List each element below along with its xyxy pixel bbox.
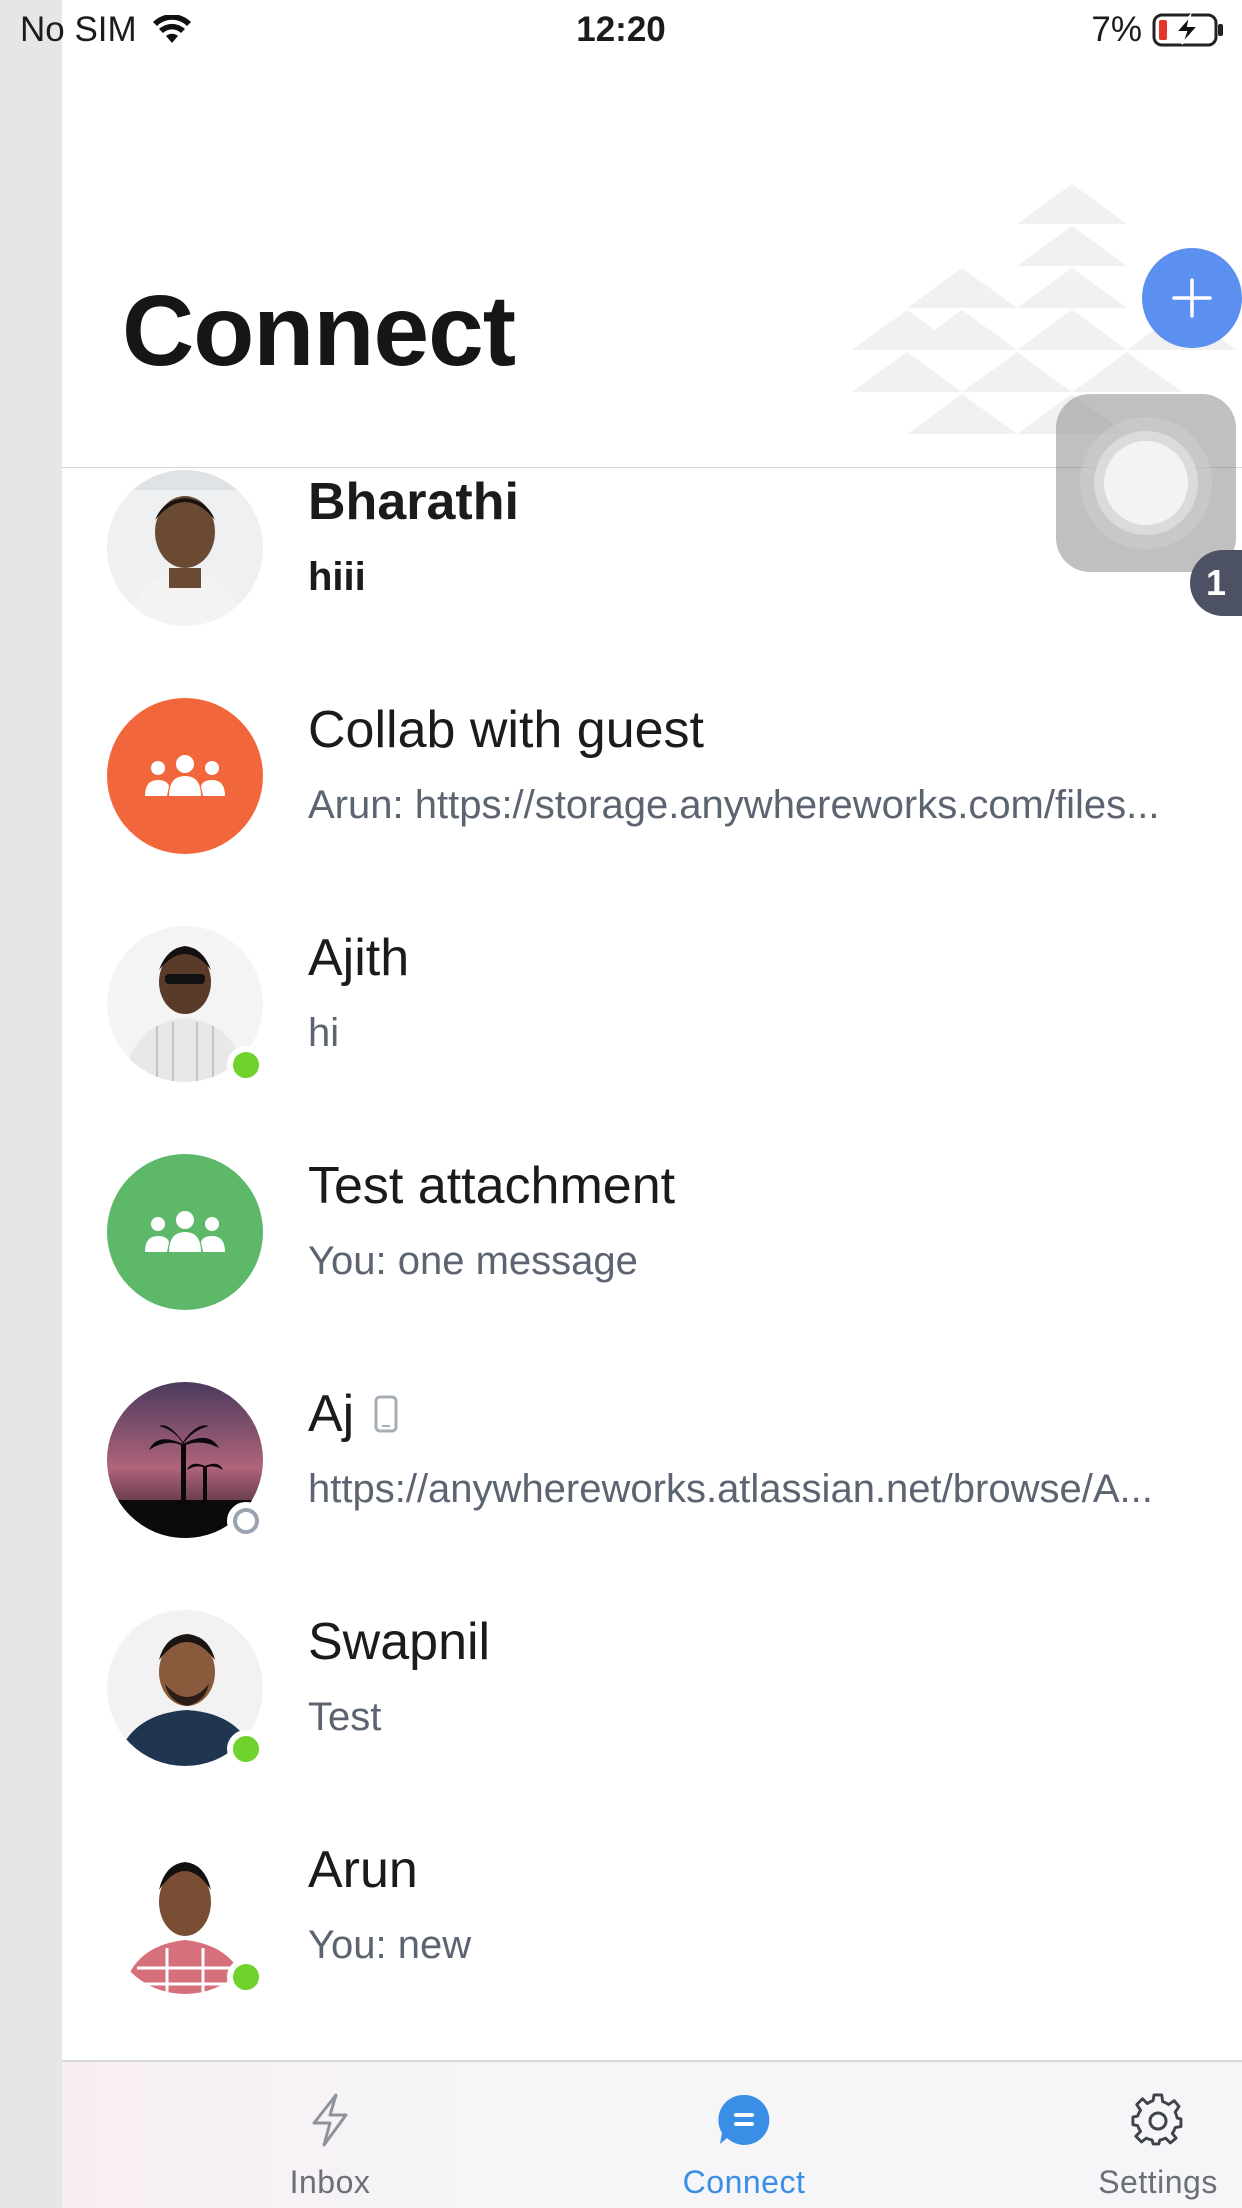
- row-text: Ajith hi: [308, 928, 1202, 1058]
- tab-label: Connect: [682, 2164, 806, 2200]
- plus-icon: [1172, 278, 1212, 318]
- chat-name-text: Aj: [308, 1385, 355, 1443]
- row-text: Aj https://anywhereworks.atlassian.net/b…: [308, 1384, 1202, 1514]
- chat-preview: hi: [308, 1011, 340, 1055]
- chat-preview: https://anywhereworks.atlassian.net/brow…: [308, 1467, 1153, 1511]
- mobile-device-icon: [374, 1395, 398, 1433]
- group-icon: [145, 1211, 225, 1252]
- list-item[interactable]: Ajith hi: [62, 828, 1242, 1084]
- tab-label: Inbox: [289, 2164, 371, 2200]
- lightning-icon: [308, 2090, 352, 2150]
- assistive-touch-button[interactable]: [1056, 394, 1236, 572]
- list-item[interactable]: Collab with guest Arun: https://storage.…: [62, 600, 1242, 854]
- row-text: Test attachment You: one message: [308, 1156, 1202, 1286]
- row-text: Arun You: new: [308, 1840, 1202, 1970]
- tab-connect[interactable]: Connect: [594, 2062, 894, 2208]
- chat-name: Collab with guest: [308, 700, 1202, 760]
- chat-name-text: Ajith: [308, 929, 410, 987]
- row-text: Swapnil Test: [308, 1612, 1202, 1742]
- chat-name: Test attachment: [308, 1156, 1202, 1216]
- chat-name: Ajith: [308, 928, 1202, 988]
- list-item[interactable]: Swapnil Test: [62, 1512, 1242, 1768]
- list-item[interactable]: Arun You: new: [62, 1740, 1242, 1996]
- row-text: Collab with guest Arun: https://storage.…: [308, 700, 1202, 830]
- chat-name-text: Swapnil: [308, 1613, 491, 1671]
- tab-label: Settings: [1098, 2164, 1218, 2200]
- tab-bar: Inbox Connect Settings: [62, 2060, 1242, 2208]
- battery-percent: 7%: [1091, 10, 1142, 49]
- clock: 12:20: [576, 10, 666, 49]
- chat-bubble-icon: [717, 2090, 771, 2150]
- chat-name-text: Bharathi: [308, 473, 519, 531]
- connect-screen: Connect Bharathi hiii Collab with guest …: [62, 64, 1242, 2208]
- tab-settings[interactable]: Settings: [1008, 2062, 1242, 2208]
- assistive-touch-ring-inner: [1094, 431, 1198, 535]
- status-right: 7%: [1091, 10, 1226, 50]
- chat-name-text: Arun: [308, 1841, 418, 1899]
- group-icon: [145, 755, 225, 796]
- chat-preview: Test: [308, 1695, 382, 1739]
- chat-list: Bharathi hiii Collab with guest Arun: ht…: [62, 470, 1242, 2066]
- chat-name: Aj: [308, 1384, 1202, 1444]
- avatar: [107, 1838, 265, 1996]
- background-app-edge: [0, 0, 62, 2208]
- assistive-touch-core: [1104, 441, 1188, 525]
- list-item[interactable]: Aj https://anywhereworks.atlassian.net/b…: [62, 1284, 1242, 1540]
- chat-preview: You: new: [308, 1923, 472, 1967]
- online-indicator: [227, 1958, 265, 1996]
- status-bar: No SIM 12:20 7%: [0, 0, 1242, 64]
- battery-charging-icon: [1152, 12, 1223, 47]
- list-item[interactable]: Test attachment You: one message: [62, 1056, 1242, 1310]
- tab-inbox[interactable]: Inbox: [180, 2062, 480, 2208]
- chat-name-text: Test attachment: [308, 1157, 676, 1215]
- chat-name-text: Collab with guest: [308, 701, 704, 759]
- chat-name: Swapnil: [308, 1612, 1202, 1672]
- add-chat-button[interactable]: [1142, 248, 1242, 348]
- assistive-touch-ring: [1080, 417, 1212, 549]
- chat-preview: Arun: https://storage.anywhereworks.com/…: [308, 783, 1160, 827]
- chat-preview: You: one message: [308, 1239, 638, 1283]
- chat-name: Arun: [308, 1840, 1202, 1900]
- gear-icon: [1131, 2090, 1185, 2150]
